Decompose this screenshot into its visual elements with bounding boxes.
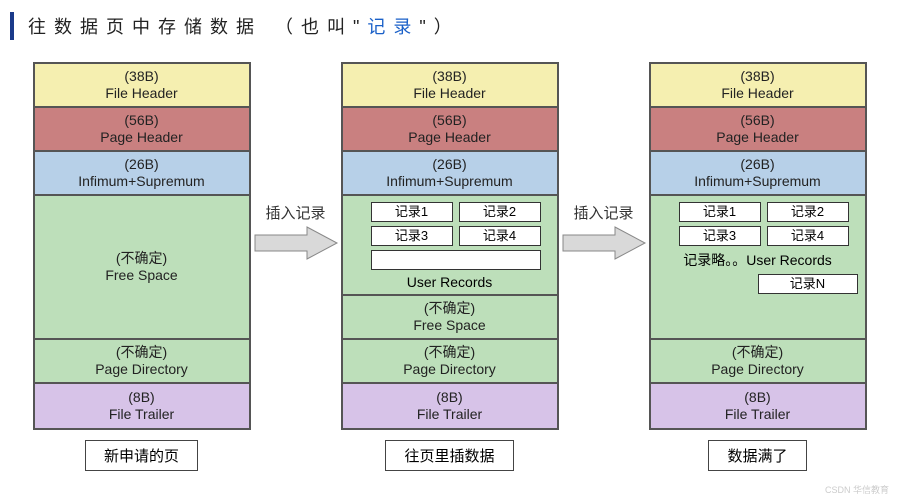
seg-file-header: (38B) File Header (35, 64, 249, 108)
diagram-row: (38B) File Header (56B) Page Header (26B… (0, 62, 899, 471)
seg-page-header: (56B) Page Header (343, 108, 557, 152)
watermark: CSDN 华信教育 (825, 483, 889, 496)
record-4: 记录4 (459, 226, 541, 246)
arrow-1: 插入记录 (251, 202, 341, 261)
page-col-3: (38B) File Header (56B) Page Header (26B… (649, 62, 867, 471)
title-highlight: 记录 (367, 17, 419, 37)
seg-page-header: (56B) Page Header (35, 108, 249, 152)
seg-inf-sup: (26B) Infimum+Supremum (35, 152, 249, 196)
user-records-label: User Records (407, 274, 493, 290)
page-col-1: (38B) File Header (56B) Page Header (26B… (33, 62, 251, 471)
seg-inf-sup: (26B) Infimum+Supremum (343, 152, 557, 196)
seg-free-space: (不确定) Free Space (343, 296, 557, 340)
seg-user-records: 记录1 记录2 记录3 记录4 User Records (343, 196, 557, 296)
record-row: 记录1 记录2 (371, 202, 551, 222)
title-accent-bar (10, 12, 14, 40)
user-records-ellipsis: 记录略。。User Records (663, 250, 852, 270)
caption-1: 新申请的页 (85, 440, 198, 471)
seg-inf-sup: (26B) Infimum+Supremum (651, 152, 865, 196)
seg-page-directory: (不确定) Page Directory (343, 340, 557, 384)
arrow-right-icon (253, 225, 339, 261)
title-suffix: "） (419, 17, 459, 37)
caption-3: 数据满了 (708, 440, 806, 471)
caption-2: 往页里插数据 (385, 440, 513, 471)
seg-file-header: (38B) File Header (651, 64, 865, 108)
record-2: 记录2 (459, 202, 541, 222)
record-1: 记录1 (679, 202, 761, 222)
record-row: 记录3 记录4 (371, 226, 551, 246)
arrow-label: 插入记录 (573, 202, 633, 223)
seg-free-space: (不确定) Free Space (35, 196, 249, 340)
arrow-right-icon (561, 225, 647, 261)
page-1: (38B) File Header (56B) Page Header (26B… (33, 62, 251, 430)
record-blank (371, 250, 541, 270)
seg-page-directory: (不确定) Page Directory (35, 340, 249, 384)
arrow-2: 插入记录 (559, 202, 649, 261)
seg-file-trailer: (8B) File Trailer (343, 384, 557, 428)
page-2: (38B) File Header (56B) Page Header (26B… (341, 62, 559, 430)
seg-file-header: (38B) File Header (343, 64, 557, 108)
seg-user-records: 记录1 记录2 记录3 记录4 记录略。。User Records 记录N (651, 196, 865, 340)
page-title: 往数据页中存储数据 （也叫"记录"） (10, 12, 460, 40)
seg-file-trailer: (8B) File Trailer (651, 384, 865, 428)
title-text: 往数据页中存储数据 （也叫"记录"） (28, 13, 460, 39)
seg-page-header: (56B) Page Header (651, 108, 865, 152)
record-3: 记录3 (679, 226, 761, 246)
record-3: 记录3 (371, 226, 453, 246)
arrow-label: 插入记录 (265, 202, 325, 223)
record-4: 记录4 (767, 226, 849, 246)
record-row: 记录3 记录4 (679, 226, 859, 246)
record-2: 记录2 (767, 202, 849, 222)
record-row: 记录N (658, 274, 858, 294)
title-prefix: 往数据页中存储数据 （也叫" (28, 17, 367, 37)
seg-page-directory: (不确定) Page Directory (651, 340, 865, 384)
seg-file-trailer: (8B) File Trailer (35, 384, 249, 428)
record-row (371, 250, 551, 270)
page-3: (38B) File Header (56B) Page Header (26B… (649, 62, 867, 430)
record-1: 记录1 (371, 202, 453, 222)
record-row: 记录1 记录2 (679, 202, 859, 222)
page-col-2: (38B) File Header (56B) Page Header (26B… (341, 62, 559, 471)
record-n: 记录N (758, 274, 858, 294)
